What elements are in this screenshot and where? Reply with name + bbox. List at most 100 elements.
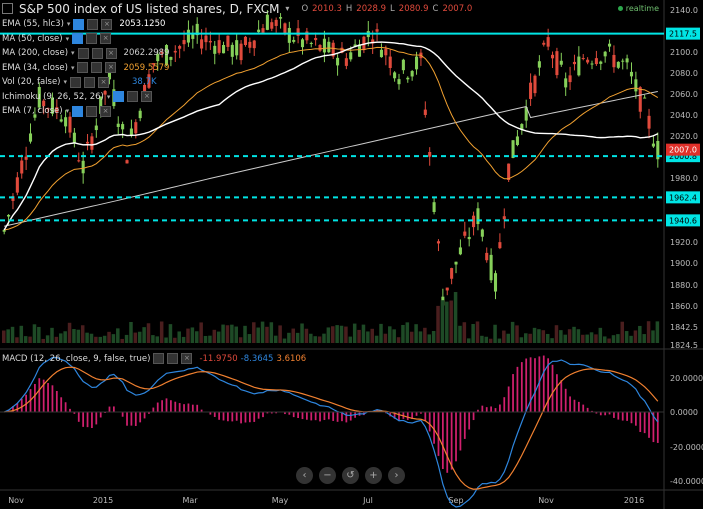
settings-icon[interactable] <box>91 62 103 74</box>
eye-icon[interactable] <box>77 47 89 59</box>
macd-hist-bar <box>534 358 536 412</box>
candle-body <box>559 60 563 65</box>
volume-bar <box>6 329 10 343</box>
candle-body <box>542 42 546 45</box>
eye-icon[interactable] <box>73 18 85 30</box>
candle-body <box>261 28 265 33</box>
volume-bar <box>646 321 651 343</box>
indicator-name[interactable]: EMA (55, hlc3) <box>2 17 64 32</box>
candle-body <box>406 77 410 80</box>
macd-hist-bar <box>47 382 49 412</box>
collapse-box-icon[interactable] <box>2 3 13 14</box>
legend-row-ema55[interactable]: EMA (55, hlc3) ▾ × 2053.1250 <box>2 17 170 32</box>
close-icon[interactable]: × <box>100 105 112 117</box>
zoom-out-icon[interactable]: − <box>319 467 336 484</box>
eye-icon[interactable] <box>77 62 89 74</box>
macd-legend[interactable]: MACD (12, 26, close, 9, false, true) × -… <box>2 353 306 364</box>
macd-hist-bar <box>51 385 54 412</box>
settings-icon[interactable] <box>91 47 103 59</box>
macd-hist-bar <box>626 412 628 421</box>
chevron-left-icon[interactable]: ‹ <box>296 467 313 484</box>
volume-bar <box>173 337 177 343</box>
chevron-down-icon[interactable]: ▾ <box>66 32 70 47</box>
chevron-down-icon[interactable]: ▾ <box>66 104 70 119</box>
eye-icon[interactable] <box>70 76 82 88</box>
macd-hist-bar <box>60 397 63 412</box>
macd-hist-bar <box>569 396 571 412</box>
volume-bar <box>611 335 616 343</box>
volume-bar <box>326 327 331 343</box>
volume-bar <box>331 326 335 343</box>
price-tick-label: 2040.0 <box>670 111 698 120</box>
eye-icon[interactable] <box>153 353 165 364</box>
close-icon[interactable]: × <box>100 33 112 45</box>
volume-bar <box>528 333 532 343</box>
candle-body <box>182 40 186 45</box>
volume-bar <box>322 333 326 343</box>
close-icon[interactable]: × <box>98 76 110 88</box>
volume-bar <box>488 338 493 343</box>
macd-hist-bar <box>64 402 67 412</box>
volume-bar <box>133 332 138 343</box>
settings-icon[interactable] <box>86 33 98 45</box>
eye-icon[interactable] <box>72 33 84 45</box>
macd-hist-bar <box>305 412 308 420</box>
indicator-name[interactable]: EMA (34, close) <box>2 61 68 76</box>
close-icon[interactable]: × <box>105 62 117 74</box>
candle-body <box>485 252 489 261</box>
indicator-name[interactable]: Ichimoku (9, 26, 52, 26) <box>2 90 104 105</box>
close-icon[interactable]: × <box>141 91 153 103</box>
reset-icon[interactable]: ↺ <box>342 467 359 484</box>
macd-hist-bar <box>231 412 234 422</box>
volume-bar <box>2 330 6 343</box>
macd-label[interactable]: MACD (12, 26, close, 9, false, true) <box>2 354 150 364</box>
macd-hist-bar <box>152 407 155 412</box>
eye-icon[interactable] <box>72 105 84 117</box>
macd-hist-bar <box>82 412 85 427</box>
legend-row-ma200[interactable]: MA (200, close) ▾ × 2062.2989 <box>2 46 170 61</box>
legend-row-ema7[interactable]: EMA (7, close) ▾ × <box>2 104 170 119</box>
chevron-down-icon[interactable]: ▾ <box>107 90 111 105</box>
settings-icon[interactable] <box>84 76 96 88</box>
macd-hist-bar <box>143 412 146 419</box>
chevron-down-icon[interactable]: ▾ <box>71 46 75 61</box>
time-tick-label: Jul <box>362 496 373 505</box>
legend-row-ichimoku[interactable]: Ichimoku (9, 26, 52, 26) ▾ × <box>2 90 170 105</box>
volume-bar <box>230 324 234 343</box>
eye-icon[interactable] <box>113 91 125 103</box>
volume-bar <box>335 325 339 343</box>
legend-row-ma50[interactable]: MA (50, close) ▾ × <box>2 32 170 47</box>
chevron-down-icon[interactable]: ▾ <box>64 75 68 90</box>
settings-icon[interactable] <box>86 105 98 117</box>
close-icon[interactable]: × <box>101 18 113 30</box>
chevron-down-icon[interactable]: ▾ <box>71 61 75 76</box>
time-tick-label: Nov <box>8 496 24 505</box>
settings-icon[interactable] <box>167 353 179 364</box>
volume-bar <box>238 337 243 343</box>
chart-title[interactable]: S&P 500 index of US listed shares, D, FX… <box>19 2 279 16</box>
close-icon[interactable]: × <box>105 47 117 59</box>
candle-body <box>318 45 322 51</box>
legend-row-ema34[interactable]: EMA (34, close) ▾ × 2059.5579 <box>2 61 170 76</box>
settings-icon[interactable] <box>87 18 99 30</box>
macd-hist-bar <box>86 412 89 428</box>
volume-bar <box>151 335 155 343</box>
volume-bar <box>559 330 563 343</box>
chevron-down-icon[interactable]: ▾ <box>67 17 71 32</box>
indicator-name[interactable]: MA (200, close) <box>2 46 68 61</box>
indicator-name[interactable]: MA (50, close) <box>2 32 63 47</box>
price-tick-label: 2100.0 <box>670 48 698 57</box>
close-icon[interactable]: × <box>181 353 193 364</box>
legend-row-vol[interactable]: Vol (20, false) ▾ × 38.7K <box>2 75 170 90</box>
chevron-down-icon[interactable]: ▾ <box>285 4 289 13</box>
macd-hist-bar <box>446 412 449 473</box>
macd-hist-bar <box>529 357 532 412</box>
indicator-name[interactable]: Vol (20, false) <box>2 75 61 90</box>
volume-bar <box>594 334 598 343</box>
candle-body <box>423 109 427 115</box>
settings-icon[interactable] <box>127 91 139 103</box>
candle-body <box>81 160 85 174</box>
zoom-in-icon[interactable]: + <box>365 467 382 484</box>
chevron-right-icon[interactable]: › <box>388 467 405 484</box>
indicator-name[interactable]: EMA (7, close) <box>2 104 63 119</box>
